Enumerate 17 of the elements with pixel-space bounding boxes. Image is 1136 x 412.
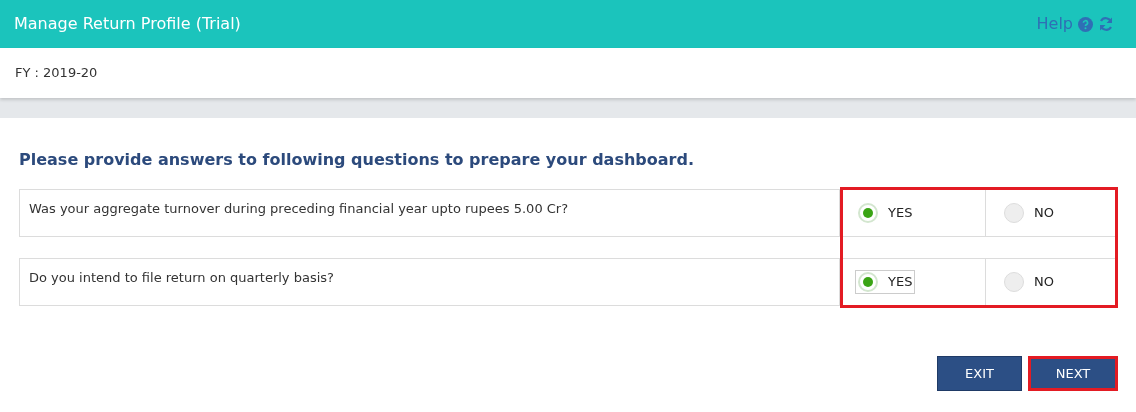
help-icon[interactable]	[1078, 16, 1093, 32]
question-text: Do you intend to file return on quarterly basis?	[20, 259, 840, 305]
radio-button[interactable]	[1004, 272, 1024, 292]
radio-option[interactable]: NO	[1001, 201, 1057, 225]
radio-button[interactable]	[858, 272, 878, 292]
action-button[interactable]: EXIT	[937, 356, 1022, 391]
action-button[interactable]: NEXT	[1028, 356, 1118, 391]
radio-option[interactable]: YES	[855, 201, 916, 225]
page-title: Manage Return Profile (Trial)	[14, 13, 241, 35]
fiscal-year-label: FY : 2019-20	[15, 64, 98, 83]
radio-button[interactable]	[1004, 203, 1024, 223]
refresh-icon[interactable]	[1098, 16, 1114, 32]
radio-button[interactable]	[858, 203, 878, 223]
radio-option[interactable]: NO	[1001, 270, 1057, 294]
radio-option[interactable]: YES	[855, 270, 916, 294]
section-heading: Please provide answers to following questions to prepare your dashboard.	[19, 149, 695, 171]
question-text: Was your aggregate turnover during preceding financial year upto rupees 5.00 Cr?	[20, 190, 840, 236]
